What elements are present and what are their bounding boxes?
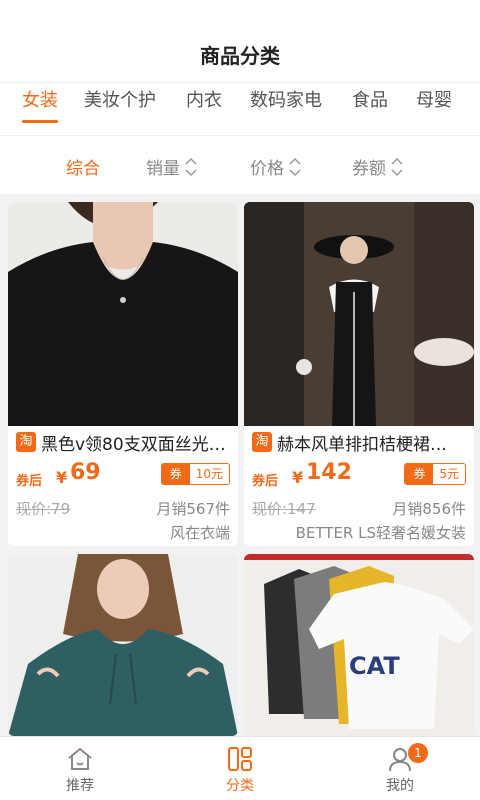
- original-price: 现价:79: [16, 500, 71, 518]
- nav-label: 分类: [226, 778, 254, 794]
- product-photo: [8, 554, 238, 736]
- currency-symbol: ¥: [292, 468, 304, 487]
- category-tabs: 女装 美妆个护 内衣 数码家电 食品 母婴: [0, 82, 480, 136]
- price-row: 券后 ¥ 69 券 10元: [16, 460, 230, 490]
- tab-electronics[interactable]: 数码家电: [250, 83, 322, 137]
- tab-label: 女装: [22, 90, 58, 111]
- tab-label: 母婴: [416, 90, 452, 111]
- coupon-amount: 5元: [433, 464, 465, 484]
- sort-arrows-icon: [185, 157, 197, 176]
- coupon-badge[interactable]: 券 5元: [404, 463, 466, 485]
- after-coupon-label: 券后: [252, 474, 279, 489]
- product-photo: [244, 202, 474, 426]
- sort-comprehensive[interactable]: 综合: [66, 154, 100, 179]
- sort-label: 券额: [352, 159, 386, 179]
- original-price: 现价:147: [252, 500, 316, 518]
- final-price: 142: [306, 460, 352, 485]
- sort-label: 综合: [66, 159, 100, 179]
- product-name[interactable]: 淘 黑色v领80支双面丝光…: [16, 430, 236, 454]
- product-card[interactable]: [8, 554, 238, 736]
- taobao-icon: 淘: [16, 432, 36, 452]
- product-name[interactable]: 淘 赫本风单排扣桔梗裙…: [252, 430, 472, 454]
- nav-mine[interactable]: 1 我的: [340, 737, 460, 800]
- monthly-sales: 月销856件: [392, 500, 466, 518]
- coupon-badge[interactable]: 券 10元: [160, 463, 230, 485]
- after-coupon-label: 券后: [16, 474, 43, 489]
- tab-label: 内衣: [186, 90, 222, 111]
- coupon-amount: 10元: [189, 464, 229, 484]
- product-photo: [8, 202, 238, 426]
- nav-label: 推荐: [66, 778, 94, 794]
- shop-name: 风在衣端: [169, 524, 230, 542]
- price-row: 券后 ¥ 142 券 5元: [252, 460, 466, 490]
- sort-arrows-icon: [289, 157, 301, 176]
- nav-recommend[interactable]: 推荐: [20, 737, 140, 800]
- taobao-icon: 淘: [252, 432, 272, 452]
- coupon-tag: 券: [405, 464, 434, 484]
- tab-womens-clothing[interactable]: 女装: [22, 83, 58, 137]
- product-title: 赫本风单排扣桔梗裙…: [277, 434, 447, 455]
- bottom-nav: 推荐 分类 1 我的: [0, 736, 480, 800]
- page-title: 商品分类: [200, 44, 280, 68]
- sort-coupon-amount[interactable]: 券额: [352, 154, 403, 179]
- sort-label: 销量: [146, 159, 180, 179]
- product-image-dress[interactable]: [244, 202, 474, 426]
- sort-price[interactable]: 价格: [250, 154, 301, 179]
- sort-arrows-icon: [391, 157, 403, 176]
- sort-sales[interactable]: 销量: [146, 154, 197, 179]
- sort-bar: 综合 销量 价格 券额: [0, 136, 480, 194]
- notification-badge: 1: [408, 743, 428, 763]
- tab-label: 美妆个护: [84, 90, 156, 111]
- product-card[interactable]: 淘 赫本风单排扣桔梗裙… 券后 ¥ 142 券 5元 现价:147 月销856件…: [244, 202, 474, 546]
- category-icon: [228, 747, 252, 771]
- tab-food[interactable]: 食品: [352, 83, 388, 137]
- product-title: 黑色v领80支双面丝光…: [41, 434, 226, 455]
- monthly-sales: 月销567件: [156, 500, 230, 518]
- home-icon: [68, 748, 92, 770]
- tab-label: 食品: [352, 90, 388, 111]
- product-photo: CAT: [244, 554, 474, 736]
- active-tab-underline: [22, 120, 58, 123]
- shirt-print-graphic: CAT: [349, 652, 400, 680]
- product-image-teal-blouse[interactable]: [8, 554, 238, 736]
- currency-symbol: ¥: [56, 468, 68, 487]
- tab-label: 数码家电: [250, 90, 322, 111]
- sort-label: 价格: [250, 159, 284, 179]
- product-image-black-tshirt[interactable]: [8, 202, 238, 426]
- product-image-tshirts[interactable]: CAT: [244, 554, 474, 736]
- tab-beauty[interactable]: 美妆个护: [84, 83, 156, 137]
- product-card[interactable]: CAT: [244, 554, 474, 736]
- tab-underwear[interactable]: 内衣: [186, 83, 222, 137]
- nav-category[interactable]: 分类: [180, 737, 300, 800]
- final-price: 69: [70, 460, 101, 485]
- app-header: 商品分类: [0, 0, 480, 82]
- nav-label: 我的: [386, 778, 414, 794]
- product-card[interactable]: 淘 黑色v领80支双面丝光… 券后 ¥ 69 券 10元 现价:79 月销567…: [8, 202, 238, 546]
- tab-baby[interactable]: 母婴: [416, 83, 452, 137]
- coupon-tag: 券: [161, 464, 190, 484]
- shop-name: BETTER LS轻奢名媛女装: [295, 524, 466, 542]
